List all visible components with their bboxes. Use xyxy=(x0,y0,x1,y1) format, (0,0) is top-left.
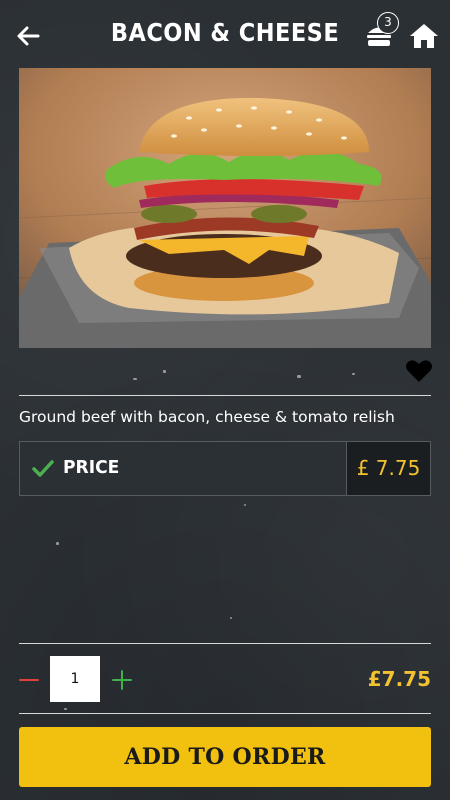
quantity-input[interactable] xyxy=(50,656,100,702)
cart-count-badge: 3 xyxy=(377,12,399,34)
chalk-speck xyxy=(352,373,355,375)
decrease-quantity-button[interactable] xyxy=(18,669,40,691)
product-image xyxy=(19,68,431,348)
favorite-heart-icon[interactable] xyxy=(405,358,433,384)
price-option-row[interactable]: PRICE £ 7.75 xyxy=(19,441,431,496)
divider xyxy=(19,713,431,714)
chalk-speck xyxy=(64,708,67,710)
price-option-value: £ 7.75 xyxy=(346,442,430,495)
chalk-speck xyxy=(56,542,59,545)
add-to-order-button[interactable]: ADD TO ORDER xyxy=(19,727,431,787)
chalk-speck xyxy=(244,504,246,506)
chalk-speck xyxy=(297,375,301,378)
home-icon[interactable] xyxy=(409,22,439,50)
product-description: Ground beef with bacon, cheese & tomato … xyxy=(19,408,395,426)
divider xyxy=(19,395,431,396)
divider xyxy=(19,643,431,644)
chalk-speck xyxy=(163,370,166,373)
app-header: BACON & CHEESE 3 xyxy=(0,0,450,70)
increase-quantity-button[interactable] xyxy=(111,669,133,691)
chalk-speck xyxy=(133,378,137,380)
burger-illustration xyxy=(19,68,431,348)
chalk-speck xyxy=(230,617,232,619)
check-icon xyxy=(32,460,54,477)
order-total: £7.75 xyxy=(367,667,431,691)
price-option-label: PRICE xyxy=(63,457,120,478)
